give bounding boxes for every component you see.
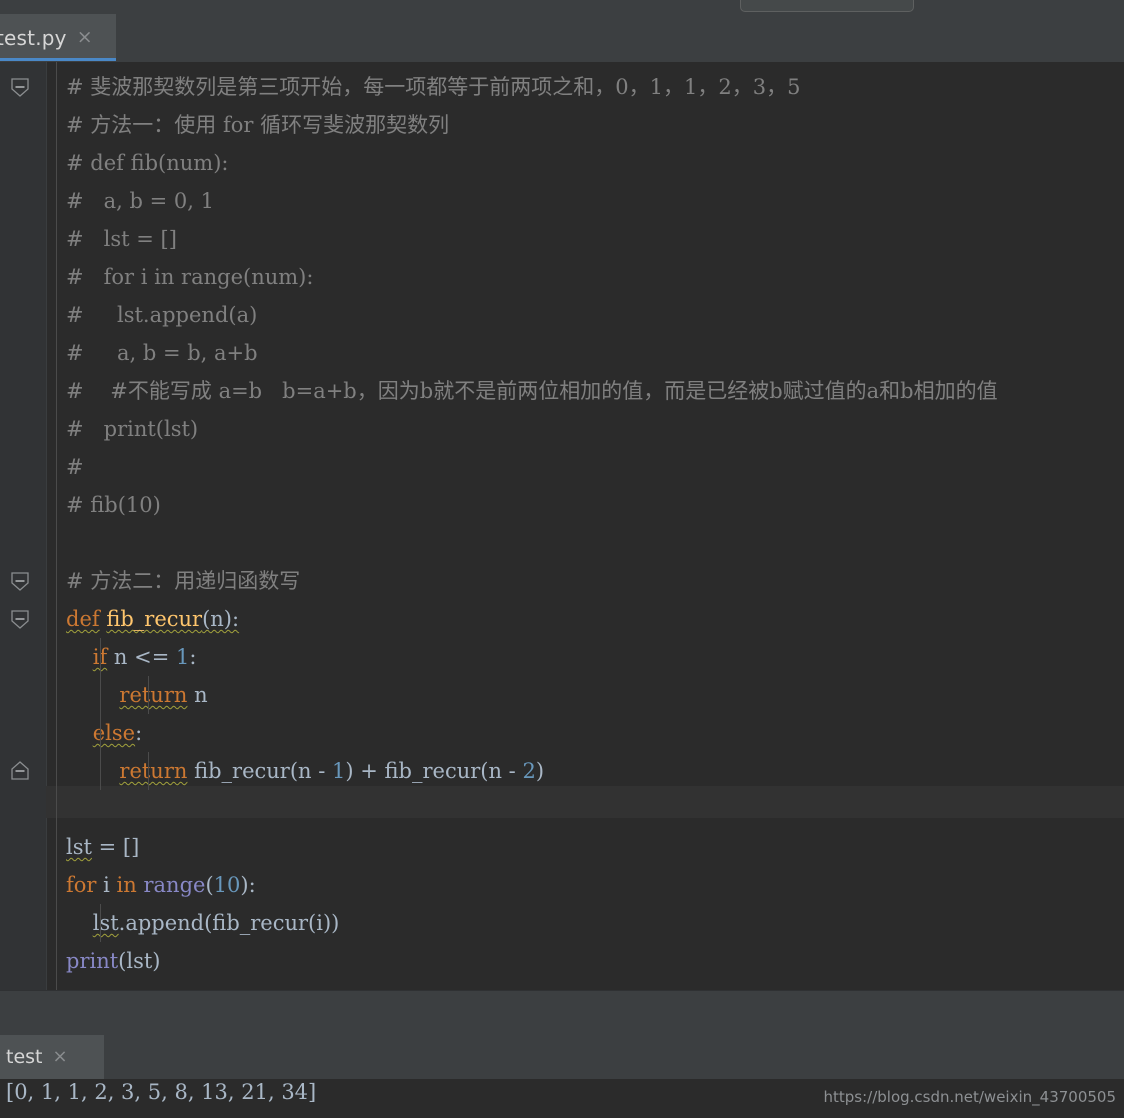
indent-guide [100, 638, 101, 790]
code-token: return [119, 683, 188, 707]
code-token: fib_recur(n [187, 759, 319, 783]
code-token: for [66, 873, 97, 897]
code-line[interactable]: lst.append(fib_recur(i)) [66, 904, 340, 942]
code-line[interactable]: print(lst) [66, 942, 161, 980]
indent-guide [148, 752, 149, 790]
code-line[interactable]: # 方法二：用递归函数写 [66, 562, 300, 600]
code-token: # a, b = 0, 1 [66, 189, 214, 213]
code-token: def [66, 607, 100, 631]
code-token: - [508, 759, 516, 783]
code-token: # lst = [] [66, 227, 177, 251]
run-tab-label: test [6, 1046, 43, 1068]
watermark-text: https://blog.csdn.net/weixin_43700505 [823, 1088, 1116, 1106]
indent-guide [100, 904, 101, 942]
code-line[interactable]: # def fib(num): [66, 144, 228, 182]
fold-marker-icon[interactable] [10, 761, 32, 783]
code-line[interactable]: if n <= 1: [66, 638, 197, 676]
code-token: # def fib(num): [66, 151, 229, 175]
code-line[interactable]: # [66, 448, 84, 486]
code-token: # fib(10) [66, 493, 161, 517]
code-token: n [107, 645, 135, 669]
code-token: .append(fib_recur(i)) [118, 911, 340, 935]
code-content[interactable]: # 斐波那契数列是第三项开始，每一项都等于前两项之和，0，1，1，2，3，5 # … [46, 62, 1124, 990]
code-token: lst [66, 835, 92, 859]
code-line[interactable]: # print(lst) [66, 410, 198, 448]
run-tab-bar: test × [0, 1035, 1124, 1079]
code-token: print [66, 949, 119, 973]
console-output-line: [0, 1, 1, 2, 3, 5, 8, 13, 21, 34] [6, 1080, 317, 1104]
code-line[interactable]: # lst.append(a) [66, 296, 257, 334]
editor-gutter[interactable] [0, 62, 46, 990]
code-token: # a, b = b, a+b [66, 341, 258, 365]
code-token: ) [535, 759, 545, 783]
code-token: (lst) [118, 949, 161, 973]
code-token: # [66, 455, 84, 479]
fold-marker-icon[interactable] [10, 571, 32, 593]
code-line[interactable]: return fib_recur(n - 1) + fib_recur(n - … [66, 752, 544, 790]
editor-tab-bar: test.py × [0, 14, 1124, 63]
editor-tab-test-py[interactable]: test.py × [0, 14, 116, 61]
code-token: # for i in range(num): [66, 265, 314, 289]
code-token: return [119, 759, 188, 783]
code-token: : [135, 721, 143, 745]
code-line[interactable]: # lst = [] [66, 220, 177, 258]
editor-tab-label: test.py [0, 25, 67, 50]
close-icon[interactable]: × [77, 28, 93, 47]
code-token: ( [205, 873, 214, 897]
code-token: # 方法一：使用 for 循环写斐波那契数列 [66, 113, 450, 137]
toolbar-strip [0, 0, 1124, 14]
fold-marker-icon[interactable] [10, 609, 32, 631]
search-widget-clipped[interactable] [740, 0, 914, 12]
code-token: (n): [202, 607, 240, 631]
indent-guide [148, 676, 149, 714]
code-token: lst [92, 911, 119, 935]
code-token: i [96, 873, 117, 897]
code-token: ) + fib_recur(n [345, 759, 509, 783]
code-line[interactable]: def fib_recur(n): [66, 600, 239, 638]
code-line[interactable]: # a, b = 0, 1 [66, 182, 214, 220]
code-line[interactable]: # fib(10) [66, 486, 161, 524]
code-token: # lst.append(a) [66, 303, 258, 327]
code-line[interactable]: # 方法一：使用 for 循环写斐波那契数列 [66, 106, 449, 144]
run-console[interactable]: [0, 1, 1, 2, 3, 5, 8, 13, 21, 34] https:… [0, 1079, 1124, 1118]
fold-marker-icon[interactable] [10, 77, 32, 99]
code-token: 1 [332, 759, 346, 783]
code-line[interactable]: # for i in range(num): [66, 258, 313, 296]
code-token: range [143, 873, 206, 897]
code-token: in [116, 873, 137, 897]
code-token: 10 [213, 873, 241, 897]
code-token: 1 [175, 645, 190, 669]
code-line[interactable]: # a, b = b, a+b [66, 334, 258, 372]
code-token: ): [240, 873, 256, 897]
code-line[interactable]: # #不能写成 a=b b=a+b，因为b就不是前两位相加的值，而是已经被b赋过… [66, 372, 998, 410]
code-line[interactable]: else: [66, 714, 142, 752]
code-token: : [189, 645, 197, 669]
code-token: # #不能写成 a=b b=a+b，因为b就不是前两位相加的值，而是已经被b赋过… [66, 379, 998, 403]
code-token: 2 [522, 759, 536, 783]
code-editor[interactable]: # 斐波那契数列是第三项开始，每一项都等于前两项之和，0，1，1，2，3，5 # … [0, 62, 1124, 990]
code-line[interactable]: lst = [] [66, 828, 139, 866]
code-line[interactable]: return n [66, 676, 208, 714]
code-line[interactable]: for i in range(10): [66, 866, 256, 904]
run-panel-toolbar-area [0, 991, 1124, 1035]
ide-window: test.py × # 斐波那契数列是第三项开始，每一项都等于前两项之和，0，1… [0, 0, 1124, 1118]
close-icon[interactable]: × [53, 1048, 68, 1066]
run-tab-test[interactable]: test × [0, 1035, 104, 1079]
code-token: = [] [91, 835, 140, 859]
code-line[interactable]: # 斐波那契数列是第三项开始，每一项都等于前两项之和，0，1，1，2，3，5 [66, 68, 800, 106]
code-token: # 方法二：用递归函数写 [66, 569, 301, 593]
code-token: fib_recur [106, 607, 203, 631]
code-block-guide [56, 62, 57, 990]
code-token: # print(lst) [66, 417, 199, 441]
code-token: <= [134, 645, 170, 669]
code-token: n [187, 683, 208, 707]
code-token: # 斐波那契数列是第三项开始，每一项都等于前两项之和，0，1，1，2，3，5 [66, 75, 801, 99]
